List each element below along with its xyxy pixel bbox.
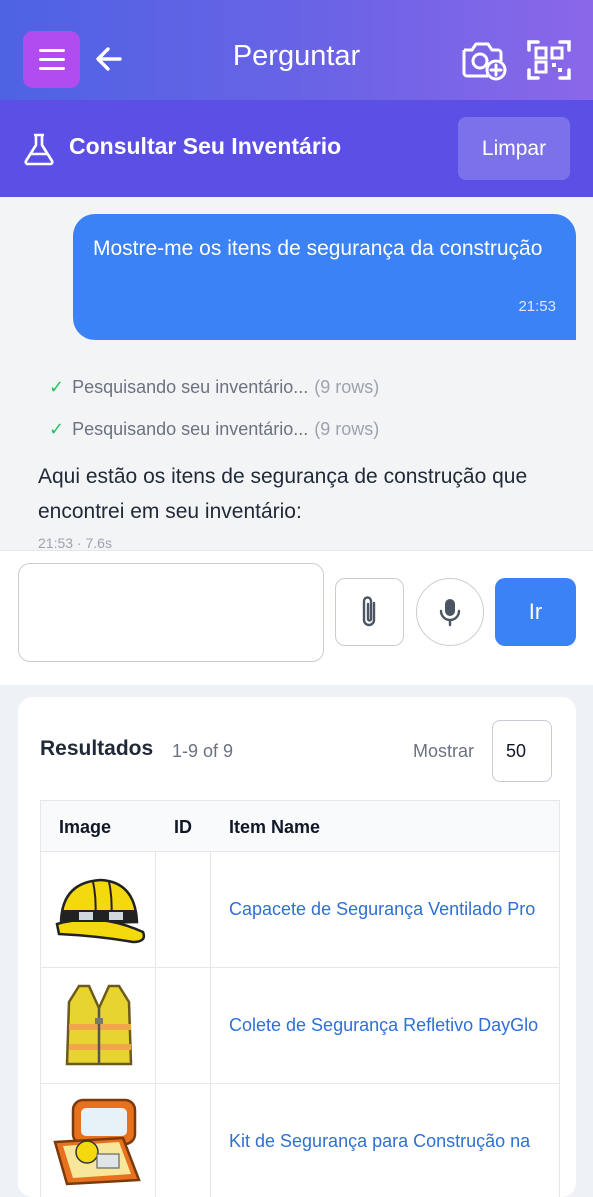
message-input[interactable] [18,563,324,662]
item-name-link[interactable]: Colete de Segurança Refletivo DayGlo [229,1015,538,1036]
message-composer: Ir [0,550,593,685]
flask-icon [24,133,54,166]
search-status: ✓ Pesquisando seu inventário... (9 rows) [49,419,380,439]
results-panel: Resultados 1-9 of 9 Mostrar 50 Image ID … [18,697,576,1197]
section-title: Consultar Seu Inventário [69,133,342,159]
qr-scan-icon[interactable] [526,38,572,82]
user-message-bubble: Mostre-me os itens de segurança da const… [73,214,576,340]
table-row[interactable]: Kit de Segurança para Construção na [40,1084,560,1197]
item-name-link[interactable]: Capacete de Segurança Ventilado Pro [229,899,535,920]
message-time: 21:53 [518,298,556,315]
clear-button[interactable]: Limpar [458,117,570,180]
column-header-item-name[interactable]: Item Name [229,817,320,838]
chat-area[interactable]: Mostre-me os itens de segurança da const… [0,197,593,550]
item-name-link[interactable]: Kit de Segurança para Construção na [229,1131,530,1152]
app-header: Perguntar [0,0,593,100]
page-size-select[interactable]: 50 [492,720,552,782]
safety-kit-image [53,1098,141,1186]
hard-hat-image [55,878,146,944]
table-row[interactable]: Colete de Segurança Refletivo DayGlo [40,968,560,1084]
check-icon: ✓ [49,377,65,397]
search-status: ✓ Pesquisando seu inventário... (9 rows) [49,377,380,397]
paperclip-icon [362,596,375,627]
column-header-id[interactable]: ID [174,817,192,838]
user-message-text: Mostre-me os itens de segurança da const… [93,237,543,260]
results-title: Resultados [40,737,154,760]
microphone-icon [439,599,461,627]
microphone-button[interactable] [416,578,484,646]
column-header-image[interactable]: Image [59,817,111,838]
page-size-label: Mostrar [413,741,475,761]
answer-meta: 21:53 · 7.6s [38,535,112,550]
table-row[interactable]: Capacete de Segurança Ventilado Pro [40,852,560,968]
assistant-answer: Aqui estão os itens de segurança de cons… [38,465,528,523]
check-icon: ✓ [49,419,65,439]
table-header: Image ID Item Name [40,800,560,852]
attach-button[interactable] [335,578,404,646]
safety-vest-image [65,984,133,1066]
go-button[interactable]: Ir [495,578,576,646]
camera-add-icon[interactable] [460,38,508,82]
results-count: 1-9 of 9 [172,741,234,761]
